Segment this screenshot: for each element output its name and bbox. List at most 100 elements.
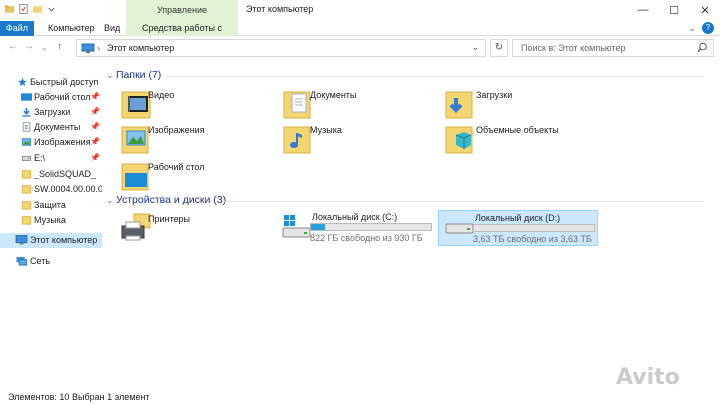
pin-icon[interactable]: 📌	[90, 90, 100, 104]
sidebar-item-desktop[interactable]: Рабочий стол 📌	[0, 90, 102, 104]
sidebar-item-label: _SolidSQUAD_	[34, 169, 97, 179]
drive-item-d[interactable]: Локальный диск (D:) 3,63 ТБ свободно из …	[438, 210, 598, 246]
address-bar[interactable]: › Этот компьютер ⌄	[76, 39, 486, 57]
properties-icon[interactable]	[18, 3, 29, 15]
ribbon-tab-row: Файл Компьютер Вид Средства работы с дис…	[0, 21, 720, 47]
download-icon	[22, 107, 31, 117]
device-item-printers[interactable]: Принтеры	[118, 212, 278, 246]
documents-icon	[22, 122, 31, 132]
sidebar-item-network[interactable]: Сеть	[0, 254, 102, 268]
folder-item-3d-objects[interactable]: Объемные объекты	[442, 123, 602, 157]
drive-icon	[21, 155, 32, 161]
search-placeholder: Поиск в: Этот компьютер	[521, 43, 626, 53]
downloads-folder-icon	[445, 91, 473, 119]
computer-icon	[81, 43, 95, 53]
up-arrow-icon[interactable]: ↑	[57, 41, 62, 52]
tab-computer[interactable]: Компьютер	[40, 21, 103, 36]
chevron-down-icon[interactable]	[46, 3, 57, 15]
breadcrumb[interactable]: Этот компьютер	[107, 43, 174, 53]
folder-item-videos[interactable]: Видео	[118, 88, 278, 122]
sidebar-item-pictures[interactable]: Изображения 📌	[0, 135, 102, 149]
maximize-button[interactable]: ☐	[661, 2, 687, 18]
avito-watermark: Avito	[616, 365, 680, 390]
item-label: Видео	[148, 90, 175, 100]
sidebar-item-label: Этот компьютер	[30, 235, 98, 245]
group-header-folders[interactable]: ⌄ Папки (7)	[104, 69, 704, 83]
pin-icon[interactable]: 📌	[90, 135, 100, 149]
item-label: Изображения	[148, 125, 205, 135]
search-input[interactable]: Поиск в: Этот компьютер	[512, 39, 714, 57]
sidebar-item-this-pc[interactable]: Этот компьютер	[0, 233, 102, 248]
sidebar-item-label: Документы	[34, 122, 81, 132]
sidebar-item-downloads[interactable]: Загрузки 📌	[0, 105, 102, 119]
search-icon[interactable]	[697, 42, 708, 53]
chevron-down-icon[interactable]: ⌄	[688, 23, 696, 34]
sidebar-item-protection[interactable]: Защита	[0, 198, 102, 212]
sidebar-item-music[interactable]: Музыка	[0, 213, 102, 227]
folder-item-music[interactable]: Музыка	[280, 123, 440, 157]
tab-view[interactable]: Вид	[96, 21, 128, 36]
sidebar-item-label: Сеть	[30, 256, 51, 266]
back-arrow-icon[interactable]: ←	[8, 41, 18, 52]
sidebar-item-quick-access[interactable]: Быстрый доступ	[0, 75, 102, 89]
drive-item-c[interactable]: Локальный диск (C:) 822 ГБ свободно из 9…	[276, 210, 436, 246]
network-icon	[16, 256, 27, 266]
desktop-icon	[21, 93, 32, 101]
selection-count: Выбран 1 элемент	[72, 392, 150, 402]
3d-objects-folder-icon	[445, 126, 473, 154]
pin-icon[interactable]: 📌	[90, 151, 100, 165]
folder-item-desktop[interactable]: Рабочий стол	[118, 160, 278, 194]
sidebar-item-label: Рабочий стол	[34, 92, 91, 102]
group-divider	[222, 201, 704, 202]
pin-icon[interactable]: 📌	[90, 120, 100, 134]
minimize-button[interactable]: —	[630, 2, 656, 18]
group-header-devices[interactable]: ⌄ Устройства и диски (3)	[104, 194, 704, 208]
tab-drive-tools[interactable]: Средства работы с дисками	[126, 21, 238, 47]
folder-item-downloads[interactable]: Загрузки	[442, 88, 602, 122]
collapse-chevron-icon[interactable]: ⌄	[106, 70, 114, 81]
window-title: Этот компьютер	[246, 4, 314, 14]
folder-item-pictures[interactable]: Изображения	[118, 123, 278, 157]
folder-item-documents[interactable]: Документы	[280, 88, 440, 122]
sidebar-item-label: Музыка	[34, 215, 66, 225]
sidebar-item-label: SW.0004.00.00.00.00	[34, 184, 102, 194]
item-label: Принтеры	[148, 214, 190, 224]
item-label: Рабочий стол	[148, 162, 205, 172]
item-label: Объемные объекты	[476, 125, 559, 135]
sidebar-item-label: Быстрый доступ	[30, 77, 99, 87]
pictures-icon	[21, 138, 32, 146]
sidebar-item-documents[interactable]: Документы 📌	[0, 120, 102, 134]
sidebar-item-label: Защита	[34, 200, 66, 210]
folder-icon	[21, 185, 32, 194]
close-button[interactable]: ✕	[692, 2, 718, 18]
sidebar-item-label: Загрузки	[34, 107, 71, 117]
folder-icon	[21, 216, 32, 225]
sidebar-item-solidsquad[interactable]: _SolidSQUAD_	[0, 167, 102, 181]
sidebar-item-sw-folder[interactable]: SW.0004.00.00.00.00	[0, 182, 102, 196]
help-icon[interactable]: ?	[702, 22, 714, 34]
recent-locations-chevron-icon[interactable]: ⌄	[41, 43, 48, 52]
breadcrumb-separator-icon: ›	[97, 43, 100, 53]
chevron-down-icon[interactable]: ⌄	[471, 42, 479, 53]
drive-usage-fill	[311, 224, 325, 230]
quick-access-toolbar	[4, 3, 57, 15]
item-label: Загрузки	[476, 90, 513, 100]
refresh-button[interactable]: ↻	[490, 39, 508, 57]
folder-icon[interactable]	[4, 3, 15, 15]
sidebar-item-label: Изображения	[34, 137, 91, 147]
drive-free-space: 822 ГБ свободно из 930 ГБ	[310, 233, 423, 243]
item-count: Элементов: 10	[8, 392, 70, 402]
collapse-chevron-icon[interactable]: ⌄	[106, 195, 114, 206]
new-folder-icon[interactable]	[32, 3, 43, 15]
folder-icon	[21, 201, 32, 210]
forward-arrow-icon[interactable]: →	[24, 41, 34, 52]
folder-icon	[21, 170, 32, 179]
tab-file[interactable]: Файл	[0, 21, 34, 36]
group-divider	[166, 76, 704, 77]
status-bar: Элементов: 10 Выбран 1 элемент	[0, 389, 720, 405]
pin-icon[interactable]: 📌	[90, 105, 100, 119]
windows-drive-icon	[282, 215, 311, 238]
sidebar-item-drive-e[interactable]: E:\ 📌	[0, 151, 102, 165]
navigation-pane: Быстрый доступ Рабочий стол 📌 Загрузки 📌…	[0, 60, 102, 388]
address-row: ← → ⌄ ↑ › Этот компьютер ⌄ ↻ Поиск в: Эт…	[0, 37, 720, 59]
